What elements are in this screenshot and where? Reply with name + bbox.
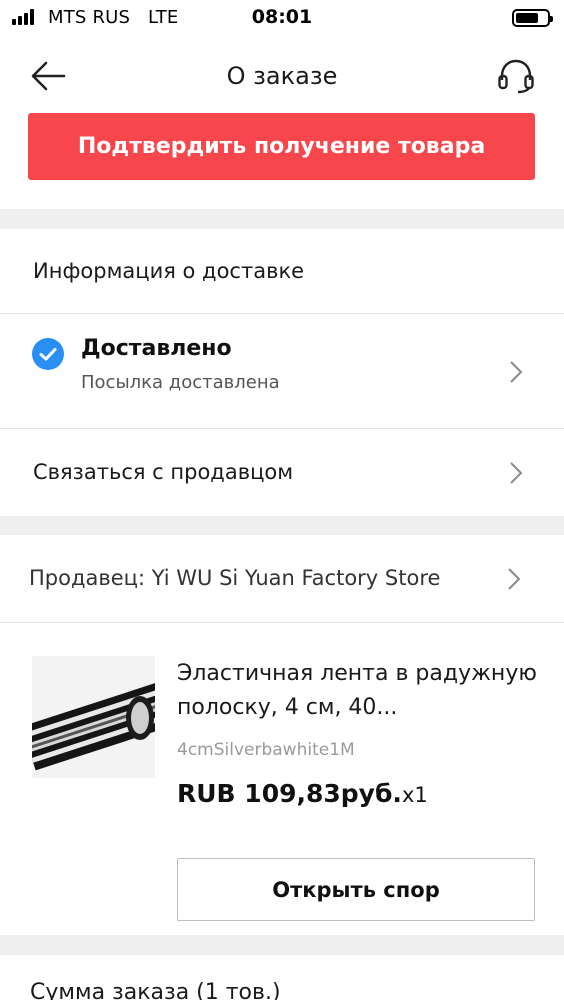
chevron-right-icon (510, 462, 523, 484)
delivery-status-row[interactable] (0, 314, 564, 428)
product-variant: 4cmSilverbawhite1M (177, 740, 355, 760)
contact-seller-label: Связаться с продавцом (33, 460, 294, 484)
section-spacer (0, 935, 564, 955)
price-amount: RUB 109,83руб. (177, 779, 402, 808)
section-spacer (0, 209, 564, 229)
section-spacer (0, 516, 564, 535)
seller-name: Продавец: Yi WU Si Yuan Factory Store (29, 566, 441, 590)
battery-icon (512, 9, 553, 27)
check-circle-icon (32, 338, 64, 370)
confirm-receipt-button[interactable]: Подтвердить получение товара (28, 113, 535, 180)
delivery-status-title: Доставлено (81, 336, 232, 361)
divider (0, 622, 564, 623)
product-title[interactable]: Эластичная лента в радужную полоску, 4 с… (177, 657, 537, 725)
headset-icon (498, 59, 534, 94)
chevron-right-icon (510, 361, 523, 383)
status-time: 08:01 (251, 6, 313, 28)
chevron-right-icon (508, 568, 521, 590)
product-price: RUB 109,83руб.x1 (177, 779, 428, 808)
order-summary-label: Сумма заказа (1 тов.) (30, 980, 281, 1000)
page-title: О заказе (226, 62, 338, 90)
support-button[interactable] (496, 56, 536, 96)
delivery-status-subtitle: Посылка доставлена (81, 372, 280, 393)
product-quantity: x1 (401, 783, 428, 807)
open-dispute-button[interactable]: Открыть спор (177, 858, 535, 921)
navigation-header: О заказе (0, 44, 564, 108)
product-thumbnail[interactable] (32, 656, 155, 778)
status-bar: MTS RUS LTE 08:01 (0, 0, 564, 40)
delivery-info-heading: Информация о доставке (33, 259, 305, 283)
